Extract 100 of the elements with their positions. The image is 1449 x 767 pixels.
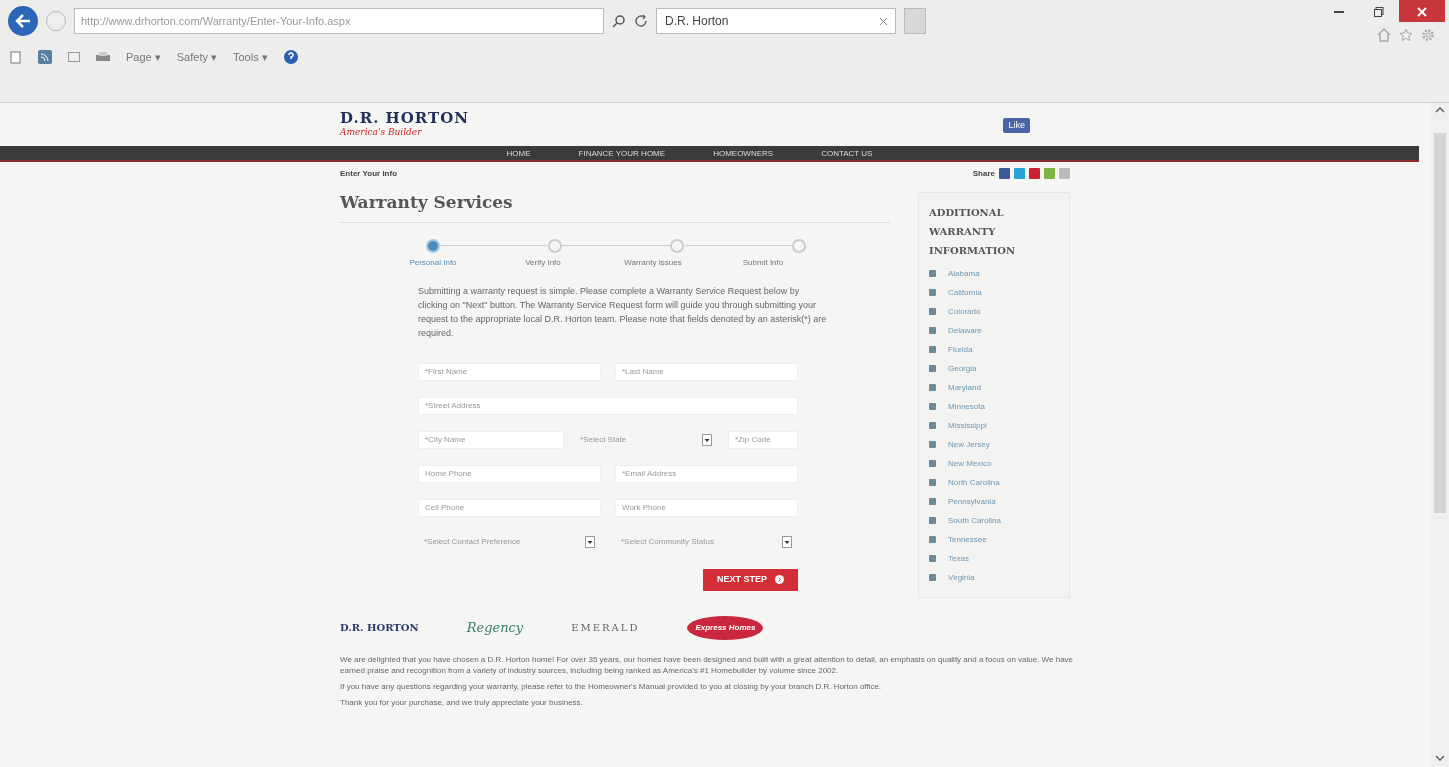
scrollbar[interactable]: [1431, 103, 1449, 767]
address-bar[interactable]: http://www.drhorton.com/Warranty/Enter-Your-Info.aspx: [74, 8, 604, 34]
page-title: Warranty Services: [340, 191, 514, 212]
state-link[interactable]: New Jersey: [948, 434, 990, 454]
footer-paragraph: We are delighted that you have chosen a D.R. Horton home! For over 35 years, our homes have been designed and built with a great attention to detail, an emphasis on quality and a focus on value. We have earned praise and recognition from a variety of industry sources, including being ranked as America's #1 Homebuilder by volume since 2002.: [340, 653, 1075, 676]
square-icon: [929, 478, 936, 486]
state-link[interactable]: Mississippi: [948, 415, 987, 435]
square-icon: [929, 288, 936, 296]
next-step-button[interactable]: NEXT STEP: [703, 568, 798, 591]
dropdown[interactable]: *Select Contact Preference: [418, 532, 601, 551]
nav-link[interactable]: FINANCE YOUR HOME: [554, 145, 690, 160]
state-link[interactable]: North Carolina: [948, 472, 1000, 492]
square-icon: [929, 459, 936, 467]
intro-paragraph: Submitting a warranty request is simple. Please complete a Warranty Service Request below by clicking on "Next" button. The Warranty Service Request form will guide you through submitting your request to the appropriate local D.R. Horton team. Please note that fields denoted by an asterisk(*) are required.: [418, 284, 828, 340]
logo-text[interactable]: D.R. HORTON: [340, 111, 469, 126]
square-icon: [929, 440, 936, 448]
input-field[interactable]: Work Phone: [615, 498, 798, 517]
nav-link[interactable]: HOME: [482, 145, 555, 160]
scroll-up-icon[interactable]: [1435, 107, 1445, 113]
new-tab-button[interactable]: [904, 8, 926, 34]
back-arrow-icon: [15, 14, 31, 28]
state-link[interactable]: South Carolina: [948, 510, 1001, 530]
square-icon: [929, 402, 936, 410]
brand-logo[interactable]: Express Homes: [687, 615, 764, 640]
dropdown[interactable]: *Select Community Status: [615, 532, 798, 551]
settings-icon[interactable]: [1421, 28, 1435, 42]
minimize-icon: [1334, 10, 1344, 13]
square-icon: [929, 383, 936, 391]
state-link[interactable]: Virginia: [948, 567, 975, 587]
caret-icon: [585, 535, 595, 548]
input-field[interactable]: Home Phone: [418, 464, 601, 483]
step-label: Submit Info: [741, 256, 785, 269]
close-icon[interactable]: [880, 17, 887, 25]
forward-button[interactable]: [46, 11, 66, 31]
like-button[interactable]: Like: [1003, 117, 1030, 133]
close-button[interactable]: [1399, 0, 1445, 22]
input-field[interactable]: *Email Address: [615, 464, 798, 483]
state-link[interactable]: Pennsylvania: [948, 491, 996, 511]
search-icon[interactable]: [612, 14, 626, 28]
step-label: Warranty Issues: [623, 256, 683, 269]
caret-icon: [702, 433, 712, 446]
input-field[interactable]: Cell Phone: [418, 498, 601, 517]
input-field[interactable]: *Last Name: [615, 362, 798, 381]
input-field[interactable]: *Zip Code: [728, 430, 798, 449]
arrow-circle-icon: [775, 575, 784, 585]
input-field[interactable]: *Street Address: [418, 396, 798, 415]
step-label: Personal Info: [408, 256, 458, 269]
footer-paragraph: If you have any questions regarding your warranty, please refer to the Homeowner's Manual provided to you at closing by your branch D.R. Horton office.: [340, 680, 883, 693]
input-field[interactable]: *City Name: [418, 430, 564, 449]
state-link[interactable]: New Mexico: [948, 453, 992, 473]
input-field[interactable]: *First Name: [418, 362, 601, 381]
share-label: Share: [972, 167, 995, 180]
square-icon: [929, 497, 936, 505]
dropdown[interactable]: *Select State: [574, 430, 718, 449]
square-icon: [929, 535, 936, 543]
sidebar-title: ADDITIONAL WARRANTY INFORMATION: [929, 205, 1017, 258]
state-link[interactable]: Delaware: [948, 320, 982, 340]
star-icon[interactable]: [1399, 28, 1413, 42]
toolbar-menu[interactable]: Tools ▾: [233, 48, 268, 66]
state-link[interactable]: Minnesota: [948, 396, 985, 416]
state-link[interactable]: Maryland: [948, 377, 981, 397]
printer-icon[interactable]: [96, 51, 110, 63]
toolbar-menu[interactable]: Page ▾: [126, 48, 161, 66]
caret-icon: [782, 535, 792, 548]
close-icon: [1417, 6, 1427, 17]
breadcrumb-link[interactable]: Enter Your Info: [340, 167, 398, 180]
square-icon: [929, 345, 936, 353]
square-icon: [929, 573, 936, 581]
browser-tab[interactable]: D.R. Horton: [656, 8, 896, 34]
brand-logo[interactable]: D.R. HORTON: [340, 620, 419, 635]
state-link[interactable]: Florida: [948, 339, 973, 359]
square-icon: [929, 421, 936, 429]
home-icon[interactable]: [1377, 28, 1391, 42]
state-link[interactable]: Tennessee: [948, 529, 987, 549]
state-link[interactable]: Colorado: [948, 301, 981, 321]
state-link[interactable]: Texas: [948, 548, 969, 568]
state-link[interactable]: Georgia: [948, 358, 977, 378]
state-link[interactable]: California: [948, 282, 982, 302]
scroll-down-icon[interactable]: [1435, 755, 1445, 761]
square-icon: [929, 364, 936, 372]
toolbar-menu[interactable]: Safety ▾: [176, 48, 217, 66]
refresh-icon[interactable]: [634, 14, 648, 28]
footer-paragraph: Thank you for your purchase, and we truly appreciate your business.: [340, 697, 584, 709]
brand-logo[interactable]: EMERALD: [571, 620, 640, 635]
square-icon: [929, 326, 936, 334]
restore-icon: [1374, 6, 1384, 17]
back-button[interactable]: [8, 6, 38, 36]
brand-logo[interactable]: Regency: [466, 617, 524, 638]
state-link[interactable]: Alabama: [948, 263, 980, 283]
help-icon[interactable]: [283, 50, 298, 64]
square-icon: [929, 554, 936, 562]
nav-link[interactable]: CONTACT US: [797, 145, 897, 160]
step-label: Verify Info: [524, 256, 562, 269]
tab-title: D.R. Horton: [665, 13, 729, 30]
square-icon: [929, 307, 936, 315]
feed-icon[interactable]: [38, 50, 52, 64]
nav-link[interactable]: HOMEOWNERS: [689, 145, 798, 160]
square-icon: [929, 269, 936, 277]
square-icon: [929, 516, 936, 524]
logo-tagline: America's Builder: [340, 126, 423, 139]
